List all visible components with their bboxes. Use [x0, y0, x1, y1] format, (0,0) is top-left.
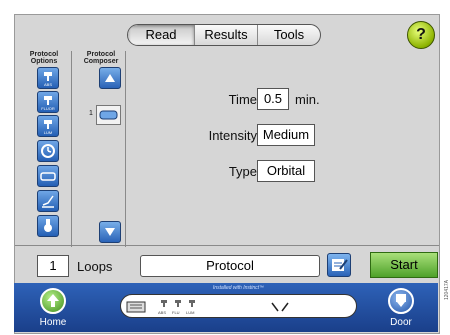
composer-step-number: 1	[89, 110, 93, 117]
lum-mode-icon	[189, 300, 195, 307]
door-label: Door	[390, 317, 412, 328]
door-button[interactable]	[388, 288, 414, 314]
home-button[interactable]	[40, 288, 66, 314]
protocol-name-field[interactable]: Protocol	[140, 255, 320, 277]
shake-button[interactable]	[37, 215, 59, 237]
time-label: Time	[228, 92, 257, 107]
option-label: ABS	[43, 82, 52, 87]
fluorescence-icon	[44, 96, 52, 105]
plate-status-icon	[126, 301, 146, 313]
tab-bar: Read Results Tools	[127, 24, 321, 46]
absorbance-icon	[44, 72, 52, 81]
absorbance-button[interactable]: ABS	[37, 67, 59, 89]
plate-button[interactable]	[37, 165, 59, 187]
arrow-down-icon	[105, 228, 115, 236]
time-unit: min.	[295, 92, 320, 107]
shake-icon	[44, 219, 52, 232]
time-input[interactable]: 0.5	[257, 88, 289, 110]
composer-step-plate[interactable]	[96, 105, 121, 125]
tab-read[interactable]: Read	[128, 25, 195, 45]
top-bar: Read Results Tools ?	[15, 15, 439, 49]
protocol-options-header: Protocol Options	[29, 51, 59, 65]
luminescence-icon	[44, 120, 52, 129]
protocol-composer-header: Protocol Composer	[83, 51, 119, 65]
tab-results[interactable]: Results	[195, 25, 258, 45]
intensity-label: Intensity	[208, 128, 257, 143]
bottom-bar: Home Installed with Instinct™ ABS FLU LU…	[14, 283, 438, 332]
horizontal-divider	[15, 245, 439, 246]
plate-icon	[99, 110, 118, 120]
luminescence-button[interactable]: LUM	[37, 115, 59, 137]
type-label: Type	[228, 164, 257, 179]
arrow-up-icon	[105, 74, 115, 82]
plate-icon	[40, 172, 56, 181]
notepad-edit-icon	[332, 259, 348, 271]
column-divider	[71, 51, 72, 247]
fluorescence-button[interactable]: FLUOR	[37, 91, 59, 113]
composer-scroll-up-button[interactable]	[99, 67, 121, 89]
home-label: Home	[39, 317, 67, 328]
incubate-button[interactable]	[37, 140, 59, 162]
abs-mode-label: ABS	[158, 310, 167, 315]
lum-mode-label: LUM	[186, 310, 195, 315]
door-eject-icon	[396, 294, 406, 307]
home-arrow-icon	[47, 294, 59, 307]
figure-code: 120417A	[444, 279, 450, 300]
tab-tools[interactable]: Tools	[258, 25, 320, 45]
start-button[interactable]: Start	[370, 252, 438, 278]
installed-text: Installed with Instinct™	[212, 285, 265, 291]
intensity-select[interactable]: Medium	[257, 124, 315, 146]
loops-label: Loops	[77, 259, 113, 274]
edit-protocol-button[interactable]	[327, 253, 351, 277]
type-select[interactable]: Orbital	[257, 160, 315, 182]
help-button[interactable]: ?	[407, 21, 435, 49]
instrument-status-display: ABS FLU LUM	[120, 294, 357, 318]
shake-status-icon	[271, 302, 289, 312]
flu-mode-label: FLU	[172, 310, 180, 315]
option-label: LUM	[43, 130, 53, 135]
clock-icon	[41, 144, 55, 158]
flu-mode-icon	[175, 300, 181, 307]
abs-mode-icon	[161, 300, 167, 307]
column-divider	[125, 51, 126, 247]
kinetic-button[interactable]	[37, 190, 59, 212]
composer-scroll-down-button[interactable]	[99, 221, 121, 243]
kinetic-graph-icon	[42, 195, 54, 208]
loops-input[interactable]: 1	[37, 255, 69, 277]
option-label: FLUOR	[41, 106, 55, 111]
